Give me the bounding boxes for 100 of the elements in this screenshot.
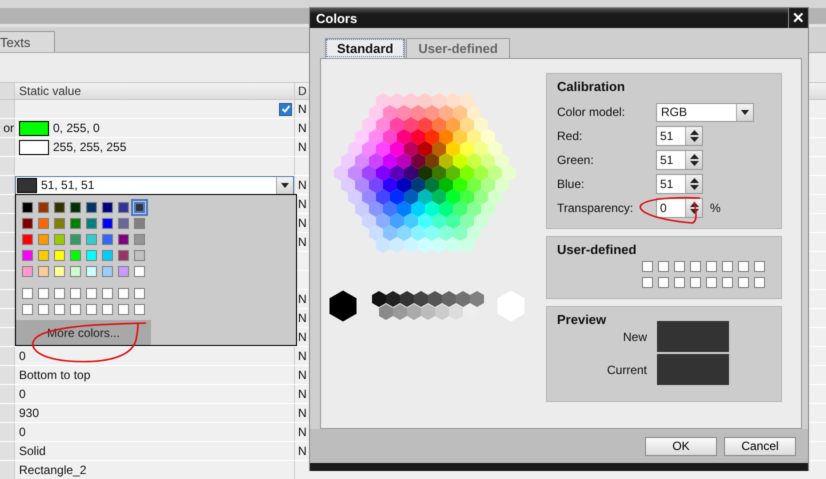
custom-color-swatch[interactable] [134,288,145,299]
table-cell: N [298,216,307,230]
color-swatch[interactable] [134,266,145,277]
custom-color-swatch[interactable] [102,304,113,315]
field-label: Green: [557,153,595,167]
custom-color-swatch[interactable] [674,261,685,272]
custom-color-swatch[interactable] [118,288,129,299]
color-swatch[interactable] [102,202,113,213]
spinner-arrows-icon[interactable] [690,201,698,215]
custom-color-swatch[interactable] [690,261,701,272]
dialog-button[interactable]: Cancel [724,436,796,456]
color-swatch[interactable] [86,234,97,245]
color-swatch[interactable] [134,218,145,229]
custom-color-swatch[interactable] [642,277,653,288]
custom-color-swatch[interactable] [658,277,669,288]
custom-color-swatch[interactable] [38,304,49,315]
spin-field[interactable]: 51 [656,174,703,194]
custom-color-swatch[interactable] [86,304,97,315]
shade-hexagons-drawing[interactable] [372,291,484,320]
color-swatch[interactable] [38,250,49,261]
color-swatch[interactable] [102,266,113,277]
spinner-arrows-icon[interactable] [690,153,698,167]
tab[interactable]: User-defined [406,38,510,58]
custom-color-swatch[interactable] [674,277,685,288]
custom-color-swatch[interactable] [642,261,653,272]
spin-field[interactable]: 51 [656,150,703,170]
color-swatch[interactable] [118,250,129,261]
table-cell: N [298,197,307,211]
custom-color-swatch[interactable] [738,277,749,288]
custom-color-swatch[interactable] [690,277,701,288]
color-swatch[interactable] [86,202,97,213]
color-swatch[interactable] [134,234,145,245]
color-swatch[interactable] [102,234,113,245]
color-swatch[interactable] [38,218,49,229]
color-swatch[interactable] [22,250,33,261]
color-swatch[interactable] [22,234,33,245]
color-swatch[interactable] [54,266,65,277]
custom-color-swatch[interactable] [86,288,97,299]
custom-color-swatch[interactable] [22,288,33,299]
custom-color-swatch[interactable] [722,261,733,272]
custom-color-swatch[interactable] [102,288,113,299]
custom-color-swatch[interactable] [754,261,765,272]
color-swatch[interactable] [86,250,97,261]
color-swatch[interactable] [54,202,65,213]
spinner-arrows-icon[interactable] [690,177,698,191]
custom-color-swatch[interactable] [706,261,717,272]
color-swatch[interactable] [70,218,81,229]
custom-color-swatch[interactable] [54,304,65,315]
checkbox[interactable] [279,102,292,116]
color-swatch[interactable] [38,266,49,277]
color-swatch[interactable] [70,234,81,245]
custom-color-swatch[interactable] [38,288,49,299]
color-swatch[interactable] [118,234,129,245]
custom-color-swatch[interactable] [722,277,733,288]
row-header [0,442,15,460]
color-model-dropdown[interactable]: RGB [656,102,754,122]
close-button[interactable]: ✕ [788,8,808,28]
color-swatch[interactable] [22,202,33,213]
custom-color-swatch[interactable] [134,304,145,315]
column-header: D [298,84,307,98]
color-hexagon-drawing[interactable] [334,93,516,253]
custom-color-swatch[interactable] [706,277,717,288]
tab[interactable]: Standard [325,38,406,58]
group-title: User-defined [557,242,638,257]
color-swatch[interactable] [102,218,113,229]
color-swatch[interactable] [70,266,81,277]
spin-field[interactable]: 51 [656,126,703,146]
texts-tab[interactable]: Texts [0,31,55,52]
custom-color-swatch[interactable] [70,304,81,315]
color-swatch[interactable] [86,218,97,229]
custom-color-swatch[interactable] [658,261,669,272]
color-swatch[interactable] [22,266,33,277]
color-swatch[interactable] [118,218,129,229]
spin-field[interactable]: 0 [656,198,703,218]
color-swatch[interactable] [54,234,65,245]
color-swatch[interactable] [22,218,33,229]
custom-color-swatch[interactable] [118,304,129,315]
color-swatch[interactable] [70,250,81,261]
custom-color-swatch[interactable] [738,261,749,272]
hexagon-swatch[interactable] [330,290,356,322]
color-swatch[interactable] [54,218,65,229]
color-swatch[interactable] [134,202,145,213]
color-swatch[interactable] [38,202,49,213]
custom-color-swatch[interactable] [22,304,33,315]
color-swatch[interactable] [70,202,81,213]
row-header [0,347,15,365]
color-swatch[interactable] [86,266,97,277]
color-swatch[interactable] [54,250,65,261]
color-swatch[interactable] [38,234,49,245]
spinner-arrows-icon[interactable] [690,129,698,143]
color-dropdown[interactable]: 51, 51, 51 [15,176,294,194]
color-swatch[interactable] [134,250,145,261]
custom-color-swatch[interactable] [754,277,765,288]
row-header [0,176,15,194]
color-swatch[interactable] [118,202,129,213]
color-swatch[interactable] [102,250,113,261]
custom-color-swatch[interactable] [54,288,65,299]
color-swatch[interactable] [118,266,129,277]
custom-color-swatch[interactable] [70,288,81,299]
dialog-button[interactable]: OK [645,436,717,456]
